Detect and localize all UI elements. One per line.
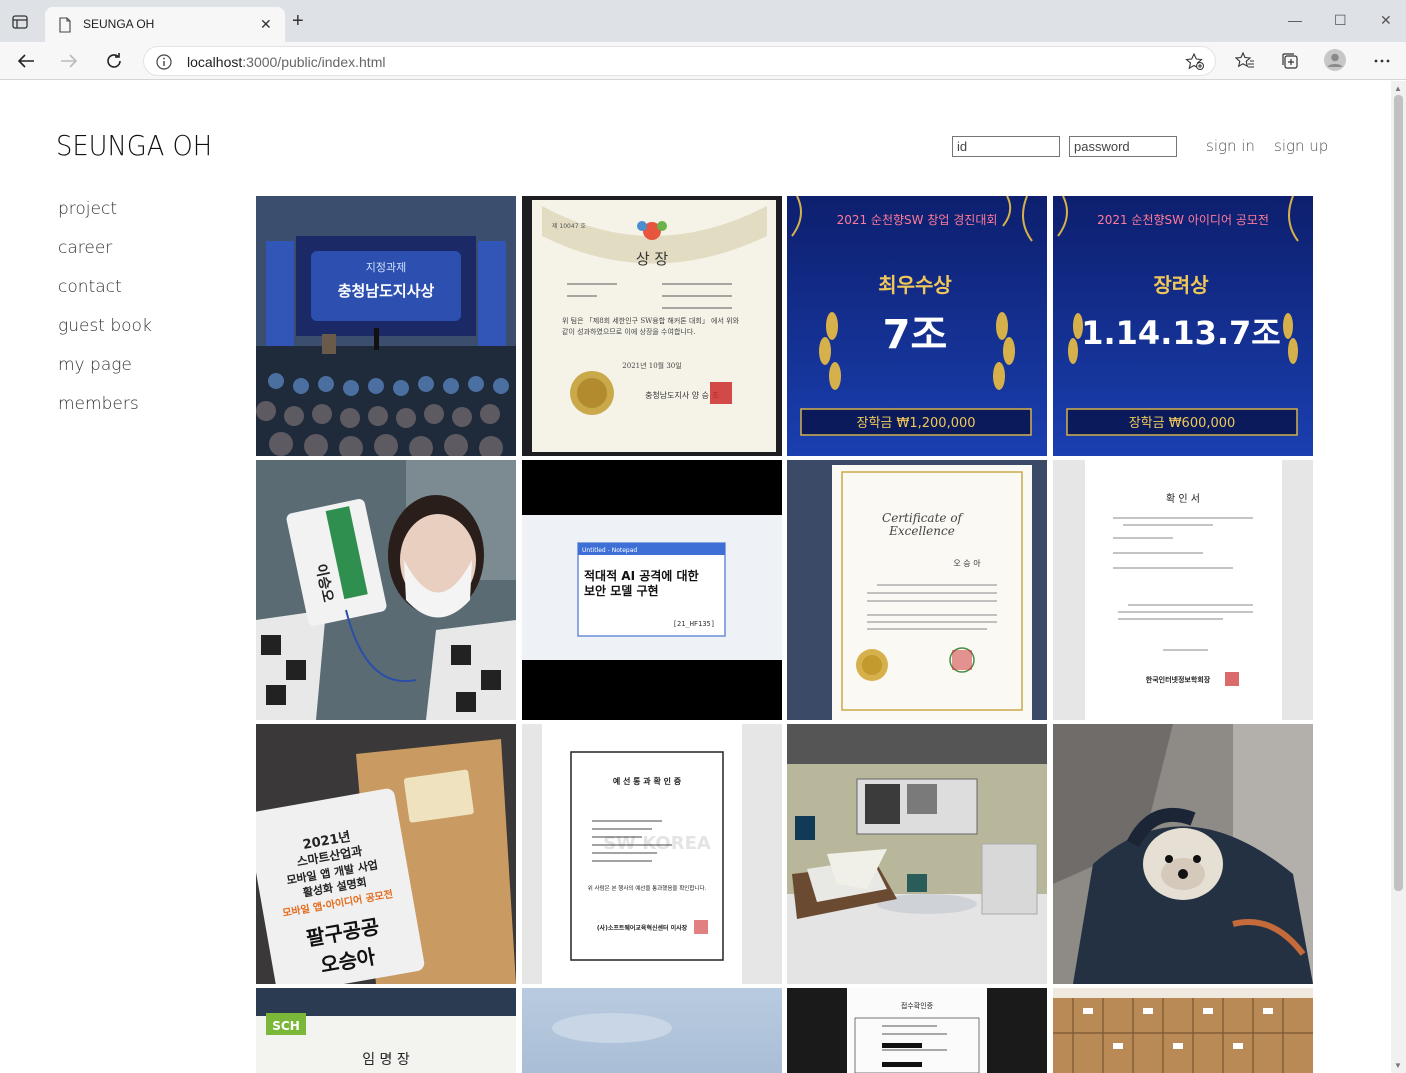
- gallery-photo-award-ceremony[interactable]: 지정과제 충청남도지사상: [256, 196, 516, 456]
- tab-actions-icon[interactable]: [10, 12, 30, 32]
- award-name: 장려상: [1153, 273, 1209, 297]
- gallery-photo-receipt[interactable]: 접수확인증: [787, 988, 1047, 1073]
- side-menu: project career contact guest book my pag…: [58, 199, 152, 433]
- browser-tab[interactable]: SEUNGA OH ✕: [45, 7, 285, 42]
- cert-date: 2021년 10월 30일: [622, 361, 681, 370]
- info-icon[interactable]: [155, 53, 173, 76]
- menu-item-members[interactable]: members: [58, 394, 152, 433]
- menu-item-guest-book[interactable]: guest book: [58, 316, 152, 355]
- cert-title: 상 장: [636, 250, 669, 268]
- scrollbar-thumb[interactable]: [1394, 95, 1403, 891]
- scroll-down-icon[interactable]: ▼: [1394, 1061, 1402, 1070]
- password-input[interactable]: [1069, 136, 1177, 157]
- forward-icon[interactable]: [58, 50, 80, 72]
- scroll-up-icon[interactable]: ▲: [1394, 84, 1402, 93]
- stage-screen-title: 충청남도지사상: [338, 282, 435, 300]
- menu-item-career[interactable]: career: [58, 238, 152, 277]
- stage-screen-top: 지정과제: [366, 261, 406, 274]
- gallery-photo-certificate-excellence[interactable]: Certificate of Excellence 오 승 아: [787, 460, 1047, 720]
- menu-item-my-page[interactable]: my page: [58, 355, 152, 394]
- cert-body: 위 팀은 「제8회 세한인구 SW융합 해커톤 대회」 에서 위와 같이 성과하…: [562, 317, 740, 336]
- menu-item-contact[interactable]: contact: [58, 277, 152, 316]
- pass-watermark: SW KOREA: [603, 833, 711, 854]
- gallery-photo-certificate-governor[interactable]: 제 10047 호 상 장 위 팀은 「제8회 세한인구 SW융합 해커톤 대회…: [522, 196, 782, 456]
- menu-item-project[interactable]: project: [58, 199, 152, 238]
- favorites-icon[interactable]: [1234, 51, 1255, 71]
- maximize-icon[interactable]: ☐: [1334, 12, 1347, 29]
- cert-title-2: Excellence: [888, 524, 955, 538]
- sign-up-link[interactable]: sign up: [1274, 137, 1328, 155]
- id-input[interactable]: [952, 136, 1060, 157]
- gallery-photo-room-model[interactable]: [787, 724, 1047, 984]
- new-tab-icon[interactable]: +: [292, 11, 304, 31]
- pass-note: 위 사람은 본 행사의 예선을 통과했음을 확인합니다.: [588, 884, 707, 892]
- gallery-photo-app-contest-badge[interactable]: 2021년 스마트산업과 모바일 앱 개발 사업 활성화 설명회 모바일 앱·아…: [256, 724, 516, 984]
- notepad-line2: 보안 모델 구현: [584, 583, 659, 598]
- page-icon: [58, 17, 72, 38]
- address-bar[interactable]: localhost:3000/public/index.html: [143, 46, 1216, 76]
- sign-in-link[interactable]: sign in: [1206, 137, 1255, 155]
- gallery-photo-idea-contest-award[interactable]: 2021 순천향SW 아이디어 공모전 장려상 1.14.13.7조 장학금 ₩…: [1053, 196, 1313, 456]
- close-tab-icon[interactable]: ✕: [260, 16, 272, 33]
- refresh-icon[interactable]: [103, 50, 125, 72]
- minimize-icon[interactable]: —: [1288, 12, 1302, 28]
- award-team: 1.14.13.7조: [1081, 314, 1281, 352]
- collections-icon[interactable]: [1280, 51, 1300, 71]
- tab-title: SEUNGA OH: [83, 17, 155, 31]
- appointment-logo: SCH: [272, 1019, 300, 1033]
- pass-title: 예 선 통 과 확 인 증: [613, 776, 682, 786]
- browser-tab-bar: SEUNGA OH ✕ + — ☐ ✕: [0, 0, 1406, 42]
- add-favorite-icon[interactable]: [1185, 52, 1205, 76]
- appointment-title: 임 명 장: [362, 1052, 410, 1068]
- gallery-photo-appointment[interactable]: SCH 임 명 장: [256, 988, 516, 1073]
- cert-title: Certificate of: [882, 511, 965, 525]
- url-text: localhost:3000/public/index.html: [187, 54, 386, 70]
- letter-title: 확 인 서: [1166, 493, 1200, 505]
- gallery-photo-preliminary-pass[interactable]: 예 선 통 과 확 인 증 SW KOREA 위 사람은 본 행사의 예선을 통…: [522, 724, 782, 984]
- gallery-photo-startup-contest-award[interactable]: 2021 순천향SW 창업 경진대회 최우수상 7조 장학금 ₩1,200,00…: [787, 196, 1047, 456]
- notepad-title: Untitled - Notepad: [582, 547, 637, 554]
- cert-number: 제 10047 호: [552, 222, 586, 230]
- award-prize: 장학금 ₩600,000: [1129, 416, 1236, 431]
- back-icon[interactable]: [15, 50, 37, 72]
- award-team: 7조: [883, 312, 948, 358]
- award-header: 2021 순천향SW 창업 경진대회: [837, 212, 998, 227]
- close-window-icon[interactable]: ✕: [1380, 12, 1392, 29]
- receipt-title: 접수확인증: [901, 1001, 934, 1010]
- site-logo[interactable]: SEUNGA OH: [56, 129, 212, 162]
- page-viewport: SEUNGA OH sign in sign up project career…: [0, 81, 1406, 1073]
- cert-signature: 충청남도지사 양 승 조: [645, 391, 719, 400]
- gallery-photo-dog[interactable]: [1053, 724, 1313, 984]
- letter-signature: 한국인터넷정보학회장: [1146, 675, 1211, 684]
- gallery-photo-sky[interactable]: [522, 988, 782, 1073]
- award-prize: 장학금 ₩1,200,000: [856, 416, 975, 431]
- page-scrollbar[interactable]: ▲ ▼: [1391, 81, 1406, 1073]
- gallery-photo-confirmation-letter[interactable]: 확 인 서 한국인터넷정보학회장: [1053, 460, 1313, 720]
- notepad-line1: 적대적 AI 공격에 대한: [584, 568, 699, 583]
- cert-recipient: 오 승 아: [953, 558, 981, 568]
- pass-signature: (사)소프트웨어교육혁신센터 이사장: [597, 924, 688, 932]
- notepad-code: [21_HF135]: [673, 620, 715, 628]
- gallery-photo-lockers[interactable]: [1053, 988, 1313, 1073]
- gallery-photo-selfie-badge[interactable]: 이승오: [256, 460, 516, 720]
- browser-toolbar: localhost:3000/public/index.html: [0, 42, 1406, 80]
- award-name: 최우수상: [878, 273, 952, 297]
- profile-avatar-icon[interactable]: [1324, 49, 1346, 71]
- award-header: 2021 순천향SW 아이디어 공모전: [1097, 212, 1269, 227]
- more-options-icon[interactable]: [1372, 51, 1392, 71]
- gallery-photo-notepad-project[interactable]: Untitled - Notepad 적대적 AI 공격에 대한 보안 모델 구…: [522, 460, 782, 720]
